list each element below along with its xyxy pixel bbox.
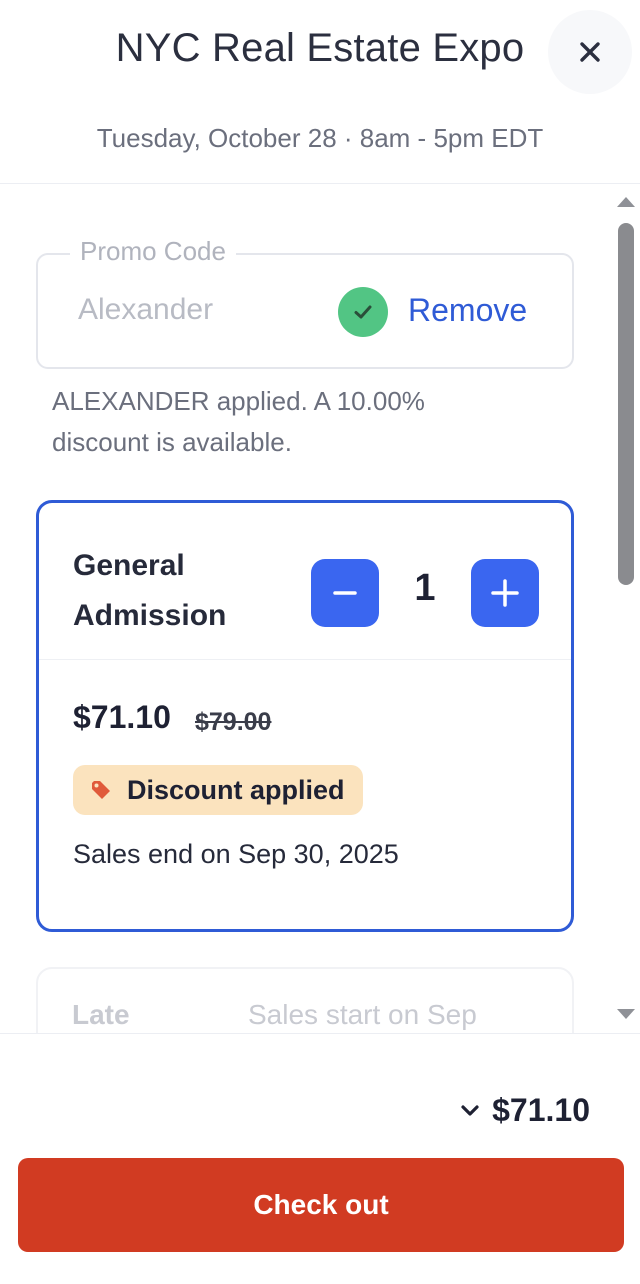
close-button[interactable]	[548, 10, 632, 94]
checkout-button[interactable]: Check out	[18, 1158, 624, 1252]
order-total-amount: $71.10	[492, 1092, 590, 1128]
checkout-modal: NYC Real Estate Expo Tuesday, October 28…	[0, 0, 640, 1284]
tag-icon	[92, 781, 110, 799]
checkout-footer: $71.10 Check out	[0, 1033, 640, 1284]
discounted-price: $71.10	[73, 699, 171, 735]
promo-applied-message: ALEXANDER applied. A 10.00% discount is …	[52, 386, 425, 457]
discount-badge-label: Discount applied	[127, 774, 345, 805]
sales-end-date: Sales end on Sep 30, 2025	[73, 839, 399, 869]
discount-badge: Discount applied	[73, 765, 363, 815]
plus-icon	[491, 579, 519, 607]
order-total-toggle[interactable]: $71.10	[460, 1092, 590, 1129]
check-circle-icon	[338, 287, 388, 337]
original-price: $79.00	[195, 708, 272, 736]
promo-code-field[interactable]: Promo Code Alexander Remove	[36, 236, 574, 369]
ticket-name: Late	[72, 999, 130, 1030]
scroll-down-arrow-icon[interactable]	[617, 1009, 635, 1019]
quantity-increase-button[interactable]	[471, 559, 539, 627]
scrollbar-thumb[interactable]	[618, 223, 634, 585]
ticket-card-general-admission: General Admission 1 $71.10 $79.00 Discou…	[36, 500, 574, 932]
ticket-scroll-area[interactable]: Promo Code Alexander Remove ALEXANDER ap…	[0, 185, 640, 1033]
promo-code-value[interactable]: Alexander	[78, 293, 213, 327]
close-icon	[580, 42, 600, 62]
remove-promo-link[interactable]: Remove	[408, 292, 527, 329]
ticket-name: General Admission	[73, 549, 227, 632]
sales-start-note: Sales start on Sep	[248, 999, 477, 1030]
scroll-up-arrow-icon[interactable]	[617, 197, 635, 207]
card-divider	[39, 659, 571, 660]
event-date: Tuesday, October 28 · 8am - 5pm EDT	[96, 123, 544, 153]
minus-icon	[333, 591, 357, 595]
ticket-card-late: Late Sales start on Sep	[36, 967, 574, 1033]
promo-code-label: Promo Code	[70, 236, 236, 267]
chevron-down-icon	[461, 1104, 479, 1116]
quantity-value: 1	[414, 567, 436, 609]
scrollbar[interactable]	[610, 185, 640, 1033]
event-title: NYC Real Estate Expo	[115, 26, 525, 70]
quantity-decrease-button[interactable]	[311, 559, 379, 627]
modal-header: NYC Real Estate Expo Tuesday, October 28…	[0, 0, 640, 184]
